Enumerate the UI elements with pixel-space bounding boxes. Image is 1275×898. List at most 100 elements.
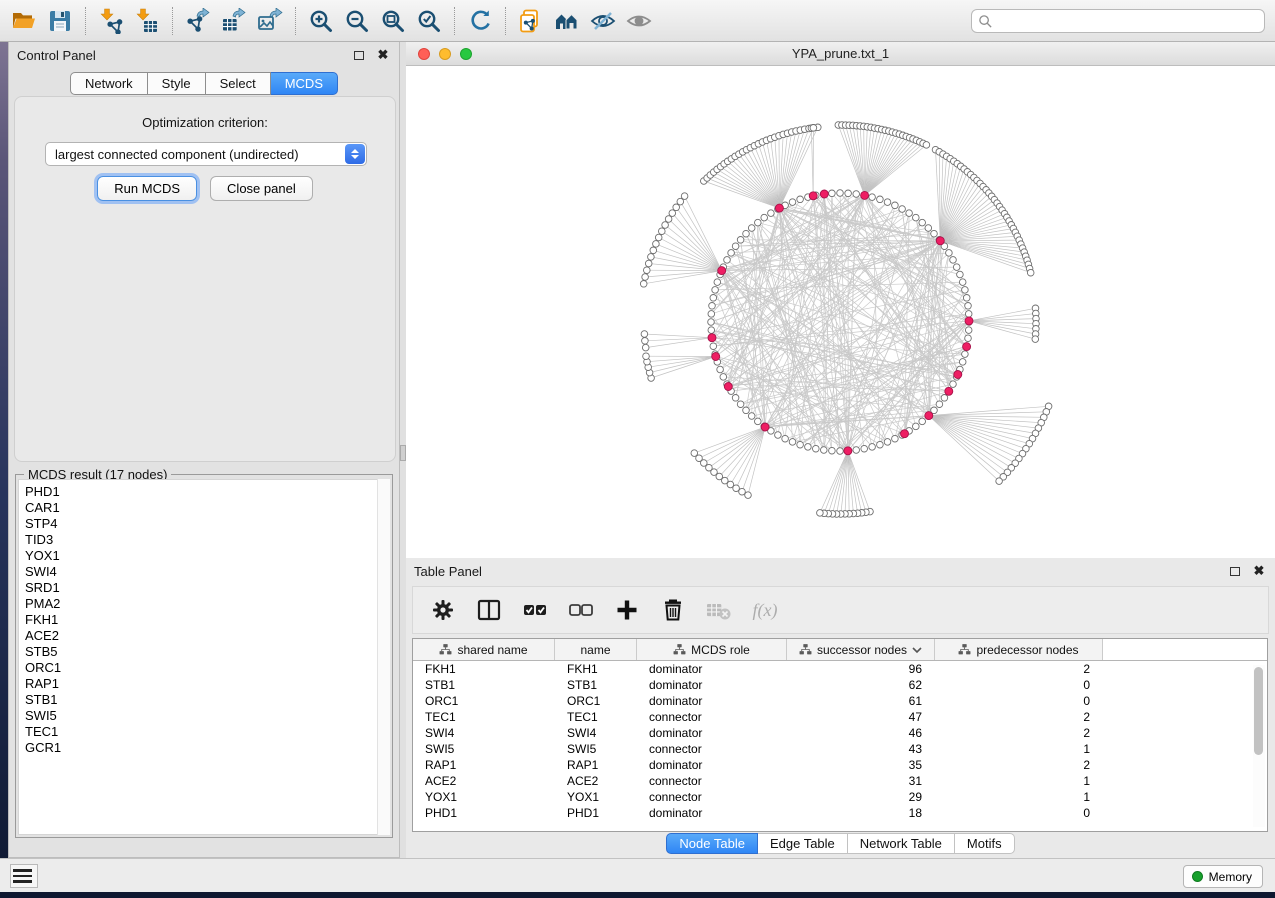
close-mcds-panel-button[interactable]: Close panel xyxy=(210,176,313,201)
mcds-result-item[interactable]: STP4 xyxy=(25,516,389,532)
add-column-button[interactable] xyxy=(611,594,643,626)
table-row[interactable]: SWI5SWI5connector431 xyxy=(413,741,1267,757)
table-row[interactable]: ORC1ORC1dominator610 xyxy=(413,693,1267,709)
table-cell: 47 xyxy=(787,710,935,724)
column-header-name[interactable]: name xyxy=(555,639,637,660)
float-panel-button[interactable] xyxy=(351,48,367,62)
table-row[interactable]: RAP1RAP1dominator352 xyxy=(413,757,1267,773)
export-table-button[interactable] xyxy=(216,4,252,38)
network-overview-button[interactable] xyxy=(549,4,585,38)
mcds-result-item[interactable]: PMA2 xyxy=(25,596,389,612)
close-panel-button[interactable]: ✖ xyxy=(375,48,391,62)
deselect-all-button[interactable] xyxy=(565,594,597,626)
float-icon xyxy=(354,51,364,60)
tree-icon xyxy=(673,643,686,656)
mcds-result-item[interactable]: SRD1 xyxy=(25,580,389,596)
close-table-panel-button[interactable]: ✖ xyxy=(1251,564,1267,578)
mcds-result-item[interactable]: ORC1 xyxy=(25,660,389,676)
search-input[interactable] xyxy=(993,14,1258,28)
tab-node-table[interactable]: Node Table xyxy=(666,833,758,854)
table-cell: STB1 xyxy=(413,678,555,692)
table-cell: dominator xyxy=(637,758,787,772)
task-list-button[interactable] xyxy=(10,864,38,888)
run-mcds-button[interactable]: Run MCDS xyxy=(97,176,197,201)
column-header-predecessor-nodes[interactable]: predecessor nodes xyxy=(935,639,1103,660)
mcds-result-item[interactable]: ACE2 xyxy=(25,628,389,644)
import-table-button[interactable] xyxy=(129,4,165,38)
close-icon: ✖ xyxy=(1254,566,1265,576)
select-all-icon xyxy=(522,597,548,623)
mcds-result-list[interactable]: PHD1CAR1STP4TID3YOX1SWI4SRD1PMA2FKH1ACE2… xyxy=(18,479,390,835)
mcds-result-item[interactable]: STB1 xyxy=(25,692,389,708)
settings-gear-button[interactable] xyxy=(427,594,459,626)
mcds-result-item[interactable]: RAP1 xyxy=(25,676,389,692)
select-all-button[interactable] xyxy=(519,594,551,626)
network-canvas[interactable] xyxy=(406,66,1275,557)
mcds-result-item[interactable]: PHD1 xyxy=(25,484,389,500)
toolbar-separator xyxy=(172,7,173,35)
mcds-result-item[interactable]: SWI5 xyxy=(25,708,389,724)
clone-network-button[interactable] xyxy=(513,4,549,38)
zoom-fit-button[interactable] xyxy=(375,4,411,38)
mcds-result-item[interactable]: GCR1 xyxy=(25,740,389,756)
table-row[interactable]: PHD1PHD1dominator180 xyxy=(413,805,1267,821)
column-label: successor nodes xyxy=(817,643,907,657)
tab-network-table[interactable]: Network Table xyxy=(848,833,955,854)
table-cell: ORC1 xyxy=(555,694,637,708)
network-graph[interactable] xyxy=(406,66,1275,557)
table-row[interactable]: FKH1FKH1dominator962 xyxy=(413,661,1267,677)
delete-column-button[interactable] xyxy=(657,594,689,626)
mcds-result-item[interactable]: SWI4 xyxy=(25,564,389,580)
mcds-result-item[interactable]: YOX1 xyxy=(25,548,389,564)
mcds-result-item[interactable]: TEC1 xyxy=(25,724,389,740)
save-button[interactable] xyxy=(42,4,78,38)
column-header-shared-name[interactable]: shared name xyxy=(413,639,555,660)
mcds-result-item[interactable]: CAR1 xyxy=(25,500,389,516)
float-table-panel-button[interactable] xyxy=(1227,564,1243,578)
refresh-button[interactable] xyxy=(462,4,498,38)
network-titlebar[interactable]: YPA_prune.txt_1 xyxy=(406,42,1275,66)
zoom-in-button[interactable] xyxy=(303,4,339,38)
table-cell: ACE2 xyxy=(555,774,637,788)
table-row[interactable]: STB1STB1dominator620 xyxy=(413,677,1267,693)
memory-label: Memory xyxy=(1209,870,1252,884)
table-cell: FKH1 xyxy=(555,662,637,676)
split-panel-button[interactable] xyxy=(473,594,505,626)
mcds-button-row: Run MCDS Close panel xyxy=(15,176,395,201)
search-box[interactable] xyxy=(971,9,1265,33)
search-icon xyxy=(978,14,993,29)
mcds-result-item[interactable]: STB5 xyxy=(25,644,389,660)
tab-style[interactable]: Style xyxy=(148,72,206,95)
tab-network[interactable]: Network xyxy=(70,72,148,95)
criterion-dropdown[interactable]: largest connected component (undirected) xyxy=(45,142,367,166)
tab-motifs[interactable]: Motifs xyxy=(955,833,1015,854)
column-header-successor-nodes[interactable]: successor nodes xyxy=(787,639,935,660)
table-row[interactable]: YOX1YOX1connector291 xyxy=(413,789,1267,805)
show-graphics-details-button[interactable] xyxy=(621,4,657,38)
tab-edge-table[interactable]: Edge Table xyxy=(758,833,848,854)
mcds-result-item[interactable]: TID3 xyxy=(25,532,389,548)
table-cell: 18 xyxy=(787,806,935,820)
tab-select[interactable]: Select xyxy=(206,72,271,95)
table-panel-title: Table Panel xyxy=(414,564,482,579)
zoom-selected-button[interactable] xyxy=(411,4,447,38)
mcds-result-item[interactable]: FKH1 xyxy=(25,612,389,628)
column-header-MCDS-role[interactable]: MCDS role xyxy=(637,639,787,660)
table-row[interactable]: SWI4SWI4dominator462 xyxy=(413,725,1267,741)
mcds-result-scrollbar[interactable] xyxy=(377,479,390,835)
export-network-button[interactable] xyxy=(180,4,216,38)
tab-mcds[interactable]: MCDS xyxy=(271,72,338,95)
table-scrollbar[interactable] xyxy=(1253,665,1265,827)
hide-graphics-details-button[interactable] xyxy=(585,4,621,38)
zoom-out-button[interactable] xyxy=(339,4,375,38)
column-label: predecessor nodes xyxy=(976,643,1078,657)
list-icon xyxy=(16,869,32,872)
export-image-button[interactable] xyxy=(252,4,288,38)
open-file-button[interactable] xyxy=(6,4,42,38)
import-network-button[interactable] xyxy=(93,4,129,38)
memory-button[interactable]: Memory xyxy=(1183,865,1263,888)
table-row[interactable]: ACE2ACE2connector311 xyxy=(413,773,1267,789)
table-cell: PHD1 xyxy=(413,806,555,820)
table-scrollbar-thumb[interactable] xyxy=(1254,667,1263,755)
table-row[interactable]: TEC1TEC1connector472 xyxy=(413,709,1267,725)
